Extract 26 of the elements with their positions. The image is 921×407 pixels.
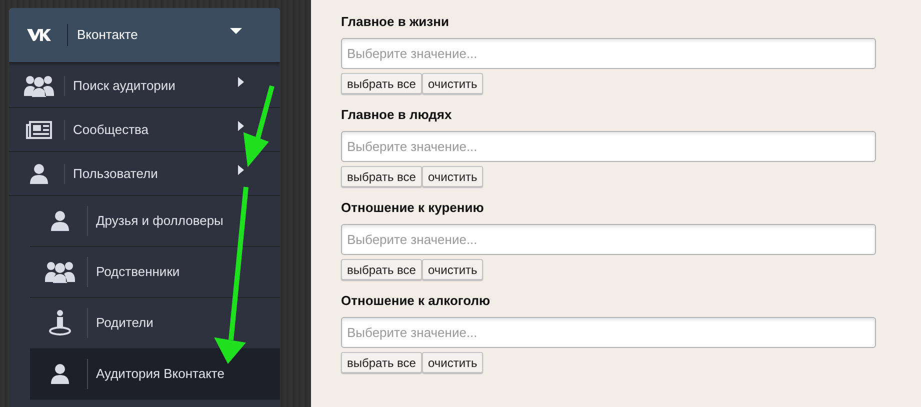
newspaper-icon	[24, 120, 54, 138]
select-all-button[interactable]: выбрать все	[341, 352, 422, 373]
select-all-button[interactable]: выбрать все	[341, 166, 422, 187]
group-icon	[24, 74, 54, 96]
select-field[interactable]: Выберите значение...	[341, 317, 876, 348]
clear-button[interactable]: очистить	[422, 352, 484, 373]
select-field[interactable]: Выберите значение...	[341, 38, 876, 69]
clear-button[interactable]: очистить	[422, 259, 484, 280]
submenu-item[interactable]: Аудитория Вконтакте	[30, 349, 280, 400]
select-all-button[interactable]: выбрать все	[341, 73, 422, 94]
vk-logo-icon	[27, 28, 53, 42]
field-label: Главное в людях	[341, 107, 453, 124]
clear-button[interactable]: очистить	[422, 166, 484, 187]
sidebar-header[interactable]: Вконтакте	[9, 8, 280, 62]
select-field[interactable]: Выберите значение...	[341, 224, 876, 255]
field-label: Главное в жизни	[341, 14, 450, 31]
header-title: Вконтакте	[67, 24, 230, 46]
clear-button[interactable]: очистить	[422, 73, 484, 94]
caret-icon	[230, 28, 242, 34]
group-icon	[45, 261, 75, 283]
field-label: Отношение к алкоголю	[341, 293, 492, 310]
select-field[interactable]: Выберите значение...	[341, 131, 876, 162]
sidebar-item[interactable]: Поиск аудитории	[9, 64, 280, 108]
field-label: Отношение к курению	[341, 200, 485, 217]
select-all-button[interactable]: выбрать все	[341, 259, 422, 280]
caret-icon	[238, 76, 244, 86]
